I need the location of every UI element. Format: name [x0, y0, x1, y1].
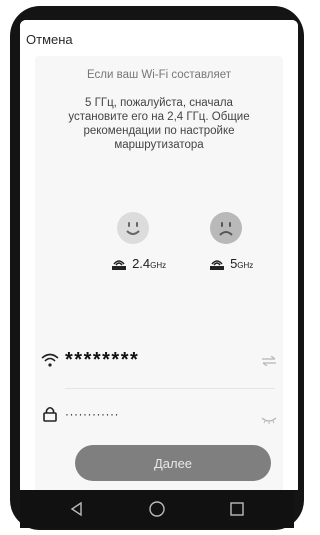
- wifi-icon: [41, 353, 59, 367]
- password-row[interactable]: ············: [35, 398, 283, 434]
- app-screen: Отмена Если ваш Wi-Fi составляет 5 ГГц, …: [20, 20, 298, 490]
- info-text-block: Если ваш Wi-Fi составляет 5 ГГц, пожалуй…: [43, 64, 275, 166]
- ssid-field[interactable]: ********: [65, 349, 139, 372]
- band-2-4ghz-label: 2.4GHz: [111, 256, 166, 271]
- android-nav-bar: [20, 490, 294, 528]
- top-bar: Отмена: [20, 20, 298, 56]
- password-field[interactable]: ············: [65, 407, 119, 421]
- info-partial-line: Если ваш Wi-Fi составляет: [86, 69, 232, 81]
- swap-icon[interactable]: [261, 356, 277, 366]
- cancel-button[interactable]: Отмена: [26, 32, 73, 47]
- next-button[interactable]: Далее: [75, 445, 271, 481]
- phone-frame: Отмена Если ваш Wi-Fi составляет 5 ГГц, …: [10, 6, 304, 530]
- sad-face-icon: [210, 212, 242, 244]
- router-icon: [210, 260, 224, 270]
- back-icon[interactable]: [68, 500, 86, 518]
- band-5ghz-label: 5GHz: [209, 256, 253, 271]
- home-icon[interactable]: [148, 500, 166, 518]
- happy-face-icon: [117, 212, 149, 244]
- band-2-4-unit: GHz: [150, 261, 167, 270]
- row-divider: [65, 388, 275, 389]
- wifi-ssid-row[interactable]: ********: [35, 342, 283, 378]
- content-panel: Если ваш Wi-Fi составляет 5 ГГц, пожалуй…: [35, 56, 283, 490]
- info-text: 5 ГГц, пожалуйста, сначала установите ег…: [68, 97, 250, 151]
- router-icon: [112, 260, 126, 270]
- band-5-unit: GHz: [237, 261, 254, 270]
- lock-icon: [43, 406, 57, 422]
- recent-apps-icon[interactable]: [228, 500, 246, 518]
- eye-hidden-icon[interactable]: [261, 416, 277, 424]
- band-2-4-value: 2.4: [132, 256, 151, 271]
